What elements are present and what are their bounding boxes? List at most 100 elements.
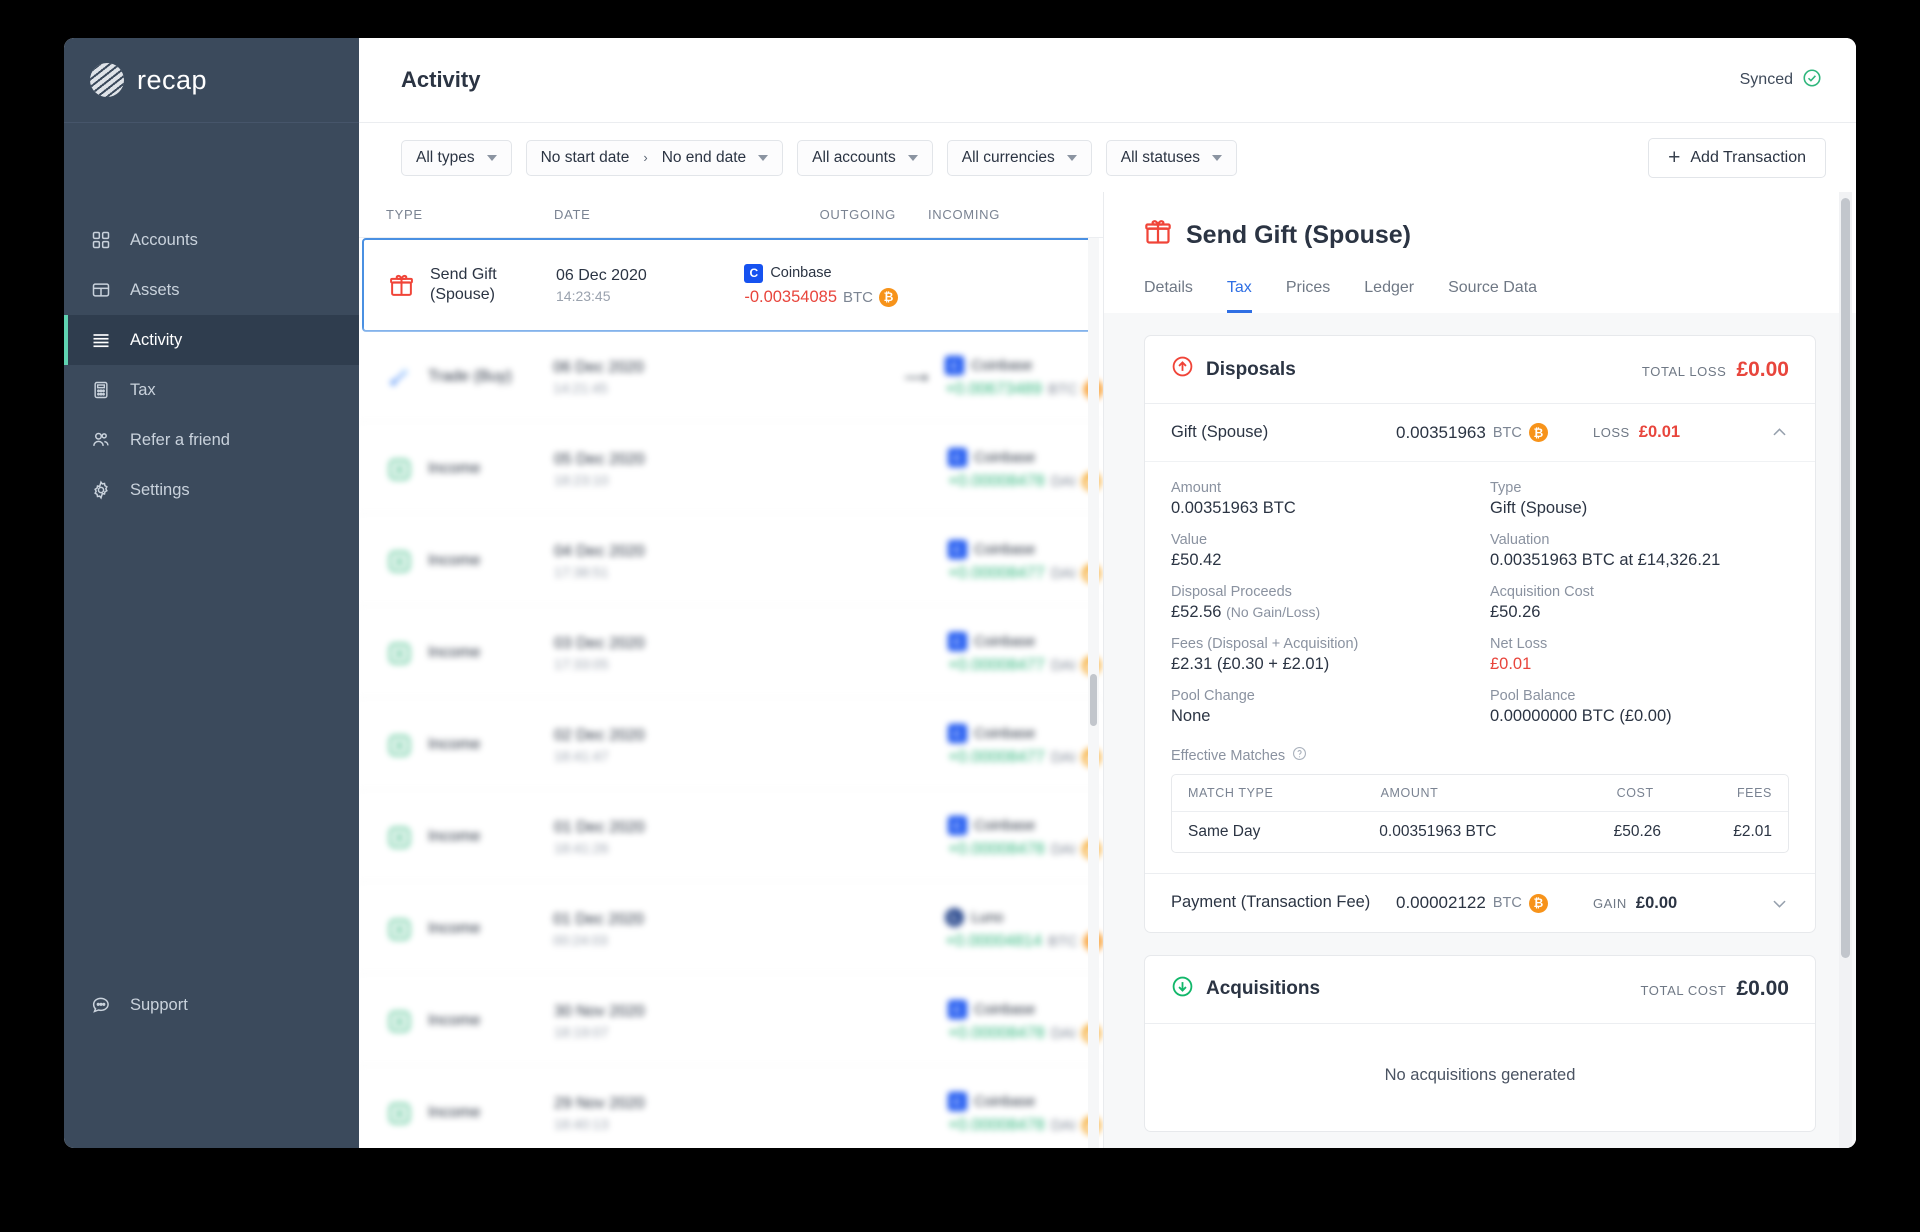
field-label: Amount [1171,480,1221,497]
cell-cost: £50.26 [1613,823,1662,841]
gift-icon [388,272,414,298]
transaction-amount: +0.00008478 [948,840,1045,858]
field-pool-balance: Pool Balance 0.00000000 BTC (£0.00) [1490,688,1789,726]
cell-match-type: Same Day [1188,823,1261,841]
table-row[interactable]: Income 04 Dec 2020 17:38:51 C Coinbase +0.000… [359,516,1103,608]
sidebar-item-refer-a-friend[interactable]: Refer a friend [64,415,359,465]
tab-prices[interactable]: Prices [1286,279,1330,313]
table-row[interactable]: Income 05 Dec 2020 18:23:10 C Coinbase +0.000… [359,424,1103,516]
cell-incoming: CCoinbase+0.00673489BTC₿ [939,356,1103,399]
transaction-amount-block: CCoinbase+0.00008478DAI◉ [948,816,1103,859]
disposal-amount: 0.00002122 BTC ₿ [1396,893,1593,913]
transaction-amount: -0.00354085 [744,287,837,306]
question-circle-icon[interactable] [1292,746,1307,765]
acquisitions-card-header: Acquisitions TOTAL COST £0.00 [1145,956,1815,1024]
amount-line: +0.00673489BTC₿ [945,380,1103,399]
detail-scrollbar[interactable] [1839,192,1852,1148]
table-row[interactable]: Income 29 Nov 2020 18:40:13 C Coinbase +0.000… [359,1068,1103,1148]
transaction-date: 02 Dec 2020 [554,727,645,744]
btc-coin-icon: ₿ [1528,423,1548,443]
sidebar-item-support[interactable]: Support [64,980,359,1030]
disposal-row-gift-spouse[interactable]: Gift (Spouse) 0.00351963 BTC ₿ LOSS £0.0… [1145,404,1815,461]
sidebar: recap Accounts Assets Activity Tax Refer… [64,38,359,1148]
disposal-row-payment-transaction-fee[interactable]: Payment (Transaction Fee) 0.00002122 BTC… [1145,873,1815,931]
account-name: Coinbase [974,1093,1036,1110]
filter-accounts[interactable]: All accounts [797,139,933,176]
acquisitions-empty-message: No acquisitions generated [1384,1065,1576,1084]
transaction-currency: DAI [1050,1117,1076,1134]
chevron-down-icon [907,154,918,161]
table-row[interactable]: Send Gift (Spouse) 06 Dec 2020 14:23:45 C Coi… [362,238,1095,332]
transaction-type-label: Trade (Buy) [428,368,512,386]
cell-type: Income [386,549,554,575]
table-row[interactable]: Income 01 Dec 2020 18:41:26 C Coinbase +0.000… [359,792,1103,884]
calculator-icon [90,379,112,401]
sidebar-item-tax[interactable]: Tax [64,365,359,415]
add-transaction-button[interactable]: + Add Transaction [1648,137,1826,178]
table-row[interactable]: Income 02 Dec 2020 18:41:47 C Coinbase +0.000… [359,700,1103,792]
transaction-detail-pane: Send Gift (Spouse) Details Tax Prices Le… [1104,192,1856,1148]
filter-date-end-label: No end date [661,148,747,166]
filter-types[interactable]: All types [401,139,512,176]
transaction-amount-block: CCoinbase+0.00008477DAI◉ [948,540,1103,583]
tab-source-data[interactable]: Source Data [1448,279,1537,313]
column-header-outgoing: OUTGOING [819,207,896,222]
amount-line: +0.00008477DAI◉ [948,564,1103,583]
transaction-amount: +0.00673489 [945,380,1042,398]
sidebar-item-label: Support [130,995,188,1014]
chevron-up-icon[interactable] [1763,423,1789,442]
table-row[interactable]: Income 01 Dec 2020 00:24:03 L Luno +0.0000481… [359,884,1103,976]
filter-types-label: All types [416,148,475,166]
transaction-amount-block: CCoinbase+0.00008478DAI◉ [948,1092,1103,1135]
scrollbar-thumb[interactable] [1090,674,1097,726]
filter-statuses[interactable]: All statuses [1105,139,1238,176]
account-line: C Coinbase [948,448,1103,467]
account-name: Coinbase [974,449,1036,466]
field-type: Type Gift (Spouse) [1490,480,1789,518]
scrollbar-thumb[interactable] [1841,198,1850,958]
sidebar-item-activity[interactable]: Activity [64,315,359,365]
cell-date: 05 Dec 2020 18:23:10 [554,451,746,488]
field-value: £52.56 (No Gain/Loss) [1171,603,1470,622]
sidebar-item-label: Settings [130,480,190,499]
disposals-heading-text: Disposals [1206,358,1296,380]
table-row[interactable]: Income 30 Nov 2020 18:19:07 C Coinbase +0.000… [359,976,1103,1068]
transaction-type-label: Income [428,460,481,478]
transaction-amount: +0.00008478 [948,472,1045,490]
account-badge-icon: C [948,632,967,651]
disposals-heading: Disposals [1171,355,1296,384]
table-icon [90,279,112,301]
field-valuation: Valuation 0.00351963 BTC at £14,326.21 [1490,532,1789,570]
transaction-type-label: Income [428,828,481,846]
amount-line: +0.00008477DAI◉ [948,748,1103,767]
sidebar-item-settings[interactable]: Settings [64,465,359,515]
disposals-card: Disposals TOTAL LOSS £0.00 Gift (Spouse) [1144,335,1816,933]
table-row[interactable]: Income 03 Dec 2020 17:33:05 C Coinbase +0.000… [359,608,1103,700]
transaction-type-label: Income [428,644,481,662]
transfer-arrow-icon: ⟶ [904,367,929,387]
tab-ledger[interactable]: Ledger [1364,279,1414,313]
sidebar-item-assets[interactable]: Assets [64,265,359,315]
cell-incoming: CCoinbase+0.00008477DAI◉ [942,632,1103,675]
tab-details[interactable]: Details [1144,279,1193,313]
sidebar-item-accounts[interactable]: Accounts [64,215,359,265]
sidebar-item-label: Assets [130,280,180,299]
filter-date-range[interactable]: No start date › No end date [525,139,784,176]
chevron-down-icon [1212,154,1223,161]
disposal-pl: GAIN £0.00 [1593,894,1763,913]
transaction-type-label: Income [428,1104,481,1122]
transaction-time: 18:41:47 [554,748,609,764]
brand[interactable]: recap [64,38,359,123]
chat-icon [90,994,112,1016]
disposals-total-label: TOTAL LOSS [1641,363,1727,379]
filter-currencies[interactable]: All currencies [946,139,1092,176]
filter-accounts-label: All accounts [812,148,896,166]
chevron-down-icon[interactable] [1763,894,1789,913]
tab-tax[interactable]: Tax [1226,279,1252,313]
field-value: £50.26 [1490,603,1541,622]
cell-fees: £2.01 [1733,823,1772,841]
status-badge-synced: Synced [1740,68,1822,93]
table-row[interactable]: Trade (Buy) 06 Dec 2020 14:21:45 ⟶ C Coinbase… [359,332,1103,424]
transaction-list-scrollbar[interactable] [1088,238,1099,1148]
cell-date: 29 Nov 2020 18:40:13 [554,1095,746,1132]
